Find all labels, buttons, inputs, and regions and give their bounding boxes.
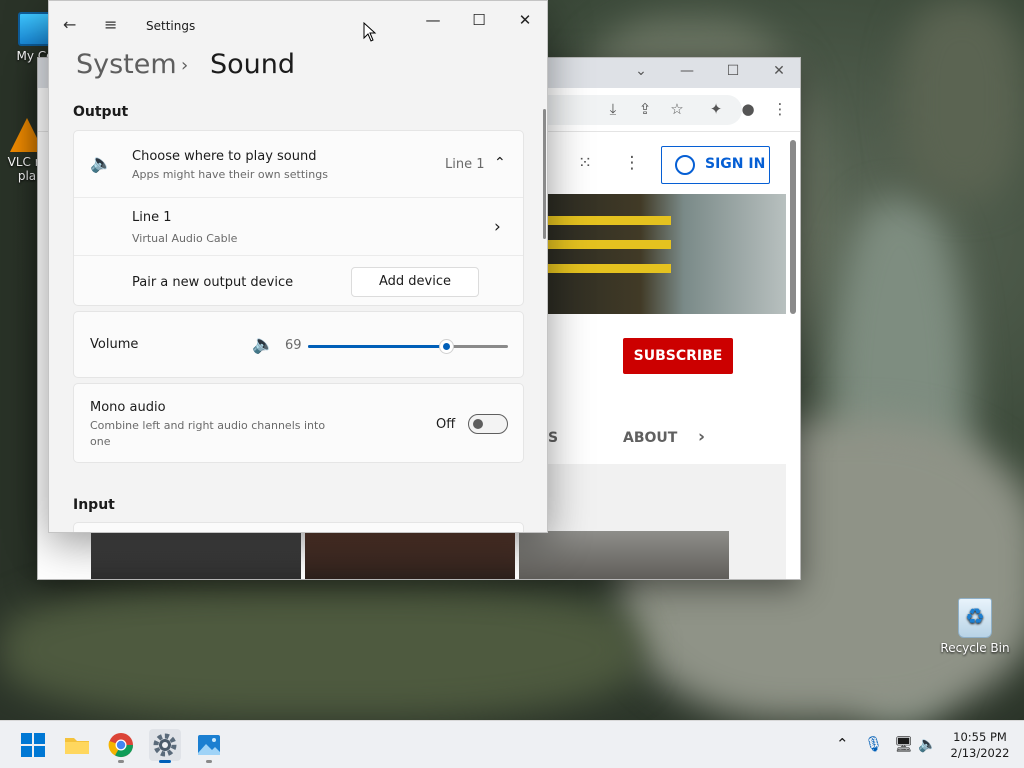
window-title: Settings — [146, 19, 196, 33]
volume-icon[interactable]: 🔈 — [918, 735, 937, 753]
taskbar-file-explorer[interactable] — [61, 729, 93, 761]
toggle-knob — [473, 419, 483, 429]
output-card: 🔈 Choose where to play sound Apps might … — [73, 130, 524, 306]
divider — [74, 255, 523, 256]
mono-audio-subtitle: Combine left and right audio channels in… — [90, 419, 326, 448]
show-hidden-icons-chevron-icon[interactable]: ⌃ — [836, 735, 849, 753]
close-button[interactable]: ✕ — [756, 63, 800, 85]
microphone-icon[interactable]: 🎙 — [864, 735, 883, 753]
tab-about[interactable]: ABOUT — [623, 430, 677, 446]
selected-output-value[interactable]: Line 1 — [445, 157, 485, 172]
apps-grid-icon[interactable]: ⁙ — [575, 153, 595, 173]
mono-audio-card: Mono audio Combine left and right audio … — [73, 383, 524, 463]
input-card — [73, 522, 524, 532]
network-icon[interactable]: 🖥 — [894, 735, 913, 753]
cursor-arrow-icon — [363, 22, 377, 42]
clock[interactable]: 10:55 PM 2/13/2022 — [940, 729, 1020, 761]
chevron-up-icon[interactable]: ⌃ — [494, 155, 506, 171]
wallpaper-region — [0, 580, 640, 720]
breadcrumb-separator: › — [181, 55, 189, 76]
chevron-down-icon[interactable]: ⌄ — [618, 63, 664, 85]
hamburger-menu-icon[interactable]: ≡ — [104, 15, 117, 34]
banner-stripe — [543, 240, 671, 249]
taskbar-chrome[interactable] — [105, 729, 137, 763]
volume-slider-fill — [308, 345, 446, 348]
sign-in-button[interactable]: SIGN IN — [661, 146, 770, 184]
breadcrumb-system[interactable]: System — [76, 49, 177, 80]
tab-partial[interactable]: S — [548, 430, 558, 446]
computer-icon — [18, 12, 52, 46]
volume-label: Volume — [90, 337, 139, 352]
scrollbar-thumb[interactable] — [543, 109, 546, 239]
pair-device-label: Pair a new output device — [132, 275, 294, 290]
choose-output-title: Choose where to play sound — [132, 149, 317, 164]
account-icon — [675, 155, 695, 175]
more-options-icon[interactable]: ⋮ — [622, 153, 642, 173]
running-indicator — [159, 760, 171, 763]
volume-value: 69 — [285, 338, 302, 353]
minimize-button[interactable]: — — [410, 11, 456, 29]
folder-icon — [65, 738, 89, 754]
scrollbar-thumb[interactable] — [790, 140, 796, 314]
install-icon[interactable]: ⤓ — [603, 100, 623, 120]
chrome-icon — [108, 733, 133, 758]
maximize-button[interactable]: ☐ — [710, 63, 756, 85]
video-thumbnail[interactable] — [91, 531, 301, 579]
recycle-bin-icon: ♻ — [958, 598, 992, 638]
profile-icon[interactable]: ● — [738, 100, 758, 120]
running-indicator — [118, 760, 124, 763]
section-output: Output — [73, 104, 129, 120]
mono-audio-toggle[interactable] — [468, 414, 508, 434]
video-thumbnail[interactable] — [305, 531, 515, 579]
mono-audio-state: Off — [436, 417, 456, 432]
subscribe-button[interactable]: SUBSCRIBE — [623, 338, 733, 374]
maximize-button[interactable]: ☐ — [456, 11, 502, 29]
video-thumbnail[interactable] — [519, 531, 729, 579]
running-indicator — [206, 760, 212, 763]
chevron-right-icon[interactable]: › — [698, 427, 705, 447]
add-device-button[interactable]: Add device — [351, 267, 479, 297]
windows-logo-icon — [21, 733, 45, 757]
gear-icon — [153, 733, 177, 757]
wallpaper-region — [900, 0, 1024, 200]
page-title: Sound — [210, 49, 296, 80]
photos-icon — [198, 735, 220, 755]
taskbar: ⌃ 🎙 🖥 🔈 10:55 PM 2/13/2022 — [0, 720, 1024, 768]
speaker-icon: 🔈 — [90, 153, 113, 174]
output-device-subtitle: Virtual Audio Cable — [132, 232, 238, 245]
start-button[interactable] — [17, 729, 49, 761]
desktop-icon-label: Recycle Bin — [940, 641, 1010, 655]
banner-stripe — [543, 216, 671, 225]
mono-audio-title: Mono audio — [90, 400, 166, 415]
sign-in-label: SIGN IN — [705, 156, 766, 172]
clock-time: 10:55 PM — [953, 730, 1007, 744]
taskbar-settings[interactable] — [149, 729, 181, 763]
section-input: Input — [73, 497, 115, 513]
bookmark-star-icon[interactable]: ☆ — [667, 100, 687, 120]
share-icon[interactable]: ⇪ — [635, 100, 655, 120]
speaker-icon[interactable]: 🔈 — [252, 334, 274, 355]
volume-slider[interactable] — [308, 339, 508, 354]
back-arrow-icon[interactable]: ← — [63, 15, 76, 34]
extensions-icon[interactable]: ✦ — [706, 100, 726, 120]
volume-card: Volume 🔈 69 — [73, 311, 524, 378]
taskbar-photos[interactable] — [193, 729, 225, 763]
chrome-menu-icon[interactable]: ⋮ — [770, 100, 790, 120]
close-button[interactable]: ✕ — [502, 11, 547, 29]
desktop-icon-recycle-bin[interactable]: ♻ Recycle Bin — [940, 598, 1010, 655]
output-device-title: Line 1 — [132, 210, 172, 225]
choose-output-subtitle: Apps might have their own settings — [132, 168, 328, 181]
chevron-right-icon: › — [494, 217, 501, 237]
channel-banner — [543, 194, 786, 314]
clock-date: 2/13/2022 — [950, 746, 1010, 760]
divider — [74, 197, 523, 198]
minimize-button[interactable]: — — [664, 63, 710, 85]
settings-window[interactable]: ← ≡ Settings — ☐ ✕ System › Sound Output… — [48, 0, 548, 533]
volume-slider-thumb[interactable] — [439, 339, 454, 354]
banner-stripe — [543, 264, 671, 273]
